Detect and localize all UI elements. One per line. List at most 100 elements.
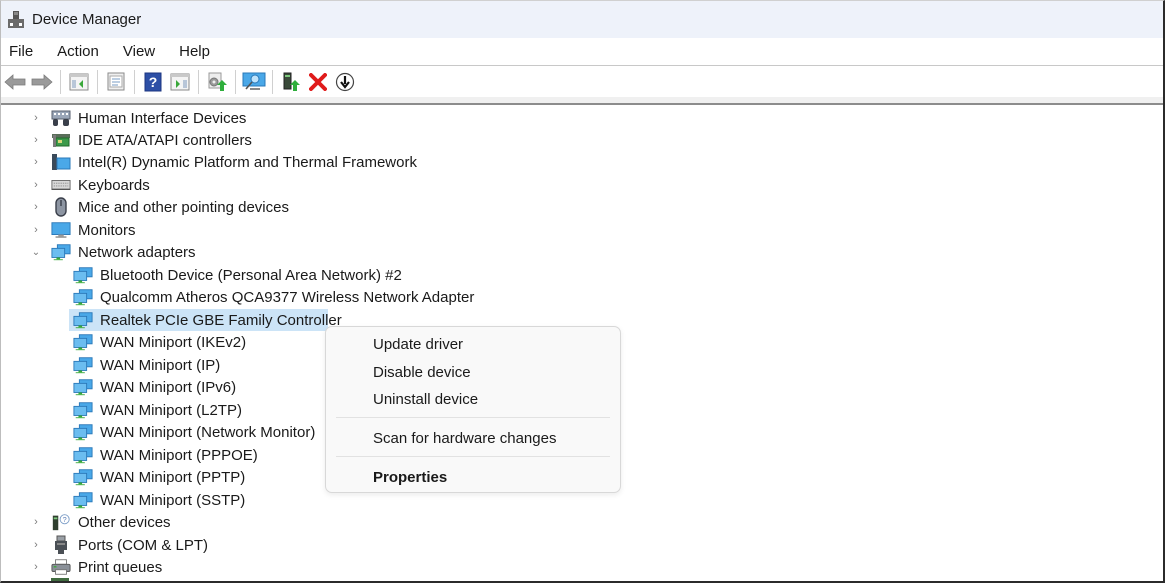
context-menu-uninstall-device[interactable]: Uninstall device [373,391,478,408]
context-menu-properties[interactable]: Properties [373,469,447,486]
red-x-icon [309,73,327,91]
help-icon: ? [144,72,162,92]
tree-item-qualcomm-atheros[interactable]: Qualcomm Atheros QCA9377 Wireless Networ… [73,286,474,308]
tree-item-human-interface-devices[interactable]: › Human Interface Devices [31,107,246,129]
tree-item-label: WAN Miniport (L2TP) [100,401,242,419]
network-adapter-icon [73,423,93,441]
tree-item-wan-pptp[interactable]: WAN Miniport (PPTP) [73,466,245,488]
action-pane-icon [170,73,190,91]
tree-item-wan-sstp[interactable]: WAN Miniport (SSTP) [73,489,245,511]
chevron-right-icon[interactable]: › [31,112,41,124]
tree-item-label: Network adapters [78,243,196,261]
toolbar-divider [1,97,1163,105]
tree-item-label: WAN Miniport (PPTP) [100,468,246,486]
properties-button[interactable] [104,70,128,94]
tree-item-other-devices[interactable]: › ? Other devices [31,511,171,533]
network-adapter-icon [73,333,93,351]
context-menu-scan-hardware[interactable]: Scan for hardware changes [373,430,556,447]
back-arrow-icon [4,74,26,90]
printer-icon [51,558,71,576]
tree-item-label: WAN Miniport (IKEv2) [100,333,247,351]
tree-item-label: Print queues [78,558,163,576]
toolbar-separator [60,70,61,94]
network-adapter-icon [73,311,93,329]
add-legacy-hardware-button[interactable] [279,70,303,94]
menu-help[interactable]: Help [179,43,210,60]
tree-item-label: WAN Miniport (Network Monitor) [100,423,316,441]
hid-icon [51,109,71,127]
partial-processor-icon [51,578,69,581]
chevron-right-icon[interactable]: › [31,561,41,573]
chevron-right-icon[interactable]: › [31,201,41,213]
tree-item-wan-ikev2[interactable]: WAN Miniport (IKEv2) [73,331,246,353]
tree-item-label: IDE ATA/ATAPI controllers [78,131,252,149]
tree-item-label: Realtek PCIe GBE Family Controller [100,311,342,329]
network-adapter-icon [73,356,93,374]
toolbar-separator [198,70,199,94]
system-device-icon [51,153,71,171]
scan-monitor-icon [242,72,266,90]
network-adapter-icon [73,468,93,486]
console-tree-icon [69,73,89,91]
tree-item-ports[interactable]: › Ports (COM & LPT) [31,534,208,556]
tree-item-wan-l2tp[interactable]: WAN Miniport (L2TP) [73,399,242,421]
chevron-right-icon[interactable]: › [31,516,41,528]
help-button[interactable]: ? [141,70,165,94]
show-hide-console-tree-button[interactable] [67,70,91,94]
chevron-right-icon[interactable]: › [31,224,41,236]
show-hide-action-pane-button[interactable] [168,70,192,94]
context-menu-separator [336,456,610,457]
chevron-right-icon[interactable]: › [31,134,41,146]
context-menu-update-driver[interactable]: Update driver [373,336,463,353]
network-adapter-icon [73,446,93,464]
tree-item-intel-dptf[interactable]: › Intel(R) Dynamic Platform and Thermal … [31,151,417,173]
tree-item-network-adapters[interactable]: ⌄ Network adapters [31,241,196,263]
tree-item-keyboards[interactable]: › Keyboards [31,174,150,196]
properties-icon [107,72,125,91]
chevron-down-icon[interactable]: ⌄ [31,247,41,258]
toolbar-separator [97,70,98,94]
keyboard-icon [51,176,71,194]
tree-item-monitors[interactable]: › Monitors [31,219,135,241]
tree-item-label: Ports (COM & LPT) [78,536,209,554]
tree-item-label: Mice and other pointing devices [78,198,289,216]
forward-button[interactable] [30,70,54,94]
uninstall-device-button[interactable] [306,70,330,94]
menu-file[interactable]: File [9,43,33,60]
disable-device-button[interactable] [333,70,357,94]
network-adapter-icon [73,491,93,509]
tree-item-wan-network-monitor[interactable]: WAN Miniport (Network Monitor) [73,421,315,443]
context-menu-disable-device[interactable]: Disable device [373,364,471,381]
network-adapter-icon [73,401,93,419]
network-adapter-icon [73,288,93,306]
chevron-right-icon[interactable]: › [31,539,41,551]
tree-item-label: Human Interface Devices [78,109,247,127]
monitor-icon [51,221,71,239]
tree-item-bluetooth-pan[interactable]: Bluetooth Device (Personal Area Network)… [73,264,402,286]
tree-item-wan-ipv6[interactable]: WAN Miniport (IPv6) [73,376,236,398]
tree-item-print-queues[interactable]: › Print queues [31,556,162,578]
tree-item-wan-pppoe[interactable]: WAN Miniport (PPPOE) [73,444,258,466]
back-button[interactable] [3,70,27,94]
context-menu-separator [336,417,610,418]
device-manager-window: Device Manager File Action View Help ? ›… [0,0,1165,583]
ide-controller-icon [51,131,71,149]
network-adapter-icon [73,266,93,284]
tree-item-label: Intel(R) Dynamic Platform and Thermal Fr… [78,153,417,171]
update-driver-button[interactable] [205,70,229,94]
scan-hardware-button[interactable] [242,70,266,94]
unknown-device-icon: ? [51,513,71,531]
chevron-right-icon[interactable]: › [31,179,41,191]
tree-item-ide-controllers[interactable]: › IDE ATA/ATAPI controllers [31,129,252,151]
tree-item-label: Other devices [78,513,171,531]
tree-item-label: Keyboards [78,176,150,194]
tree-item-realtek-pcie-gbe[interactable]: Realtek PCIe GBE Family Controller [73,309,342,331]
menu-action[interactable]: Action [57,43,99,60]
chevron-right-icon[interactable]: › [31,156,41,168]
context-menu: Update driver Disable device Uninstall d… [325,326,621,493]
down-arrow-circle-icon [335,72,355,92]
tree-item-wan-ip[interactable]: WAN Miniport (IP) [73,354,220,376]
tree-item-mice[interactable]: › Mice and other pointing devices [31,196,289,218]
menu-view[interactable]: View [123,43,155,60]
window-title: Device Manager [32,11,142,28]
